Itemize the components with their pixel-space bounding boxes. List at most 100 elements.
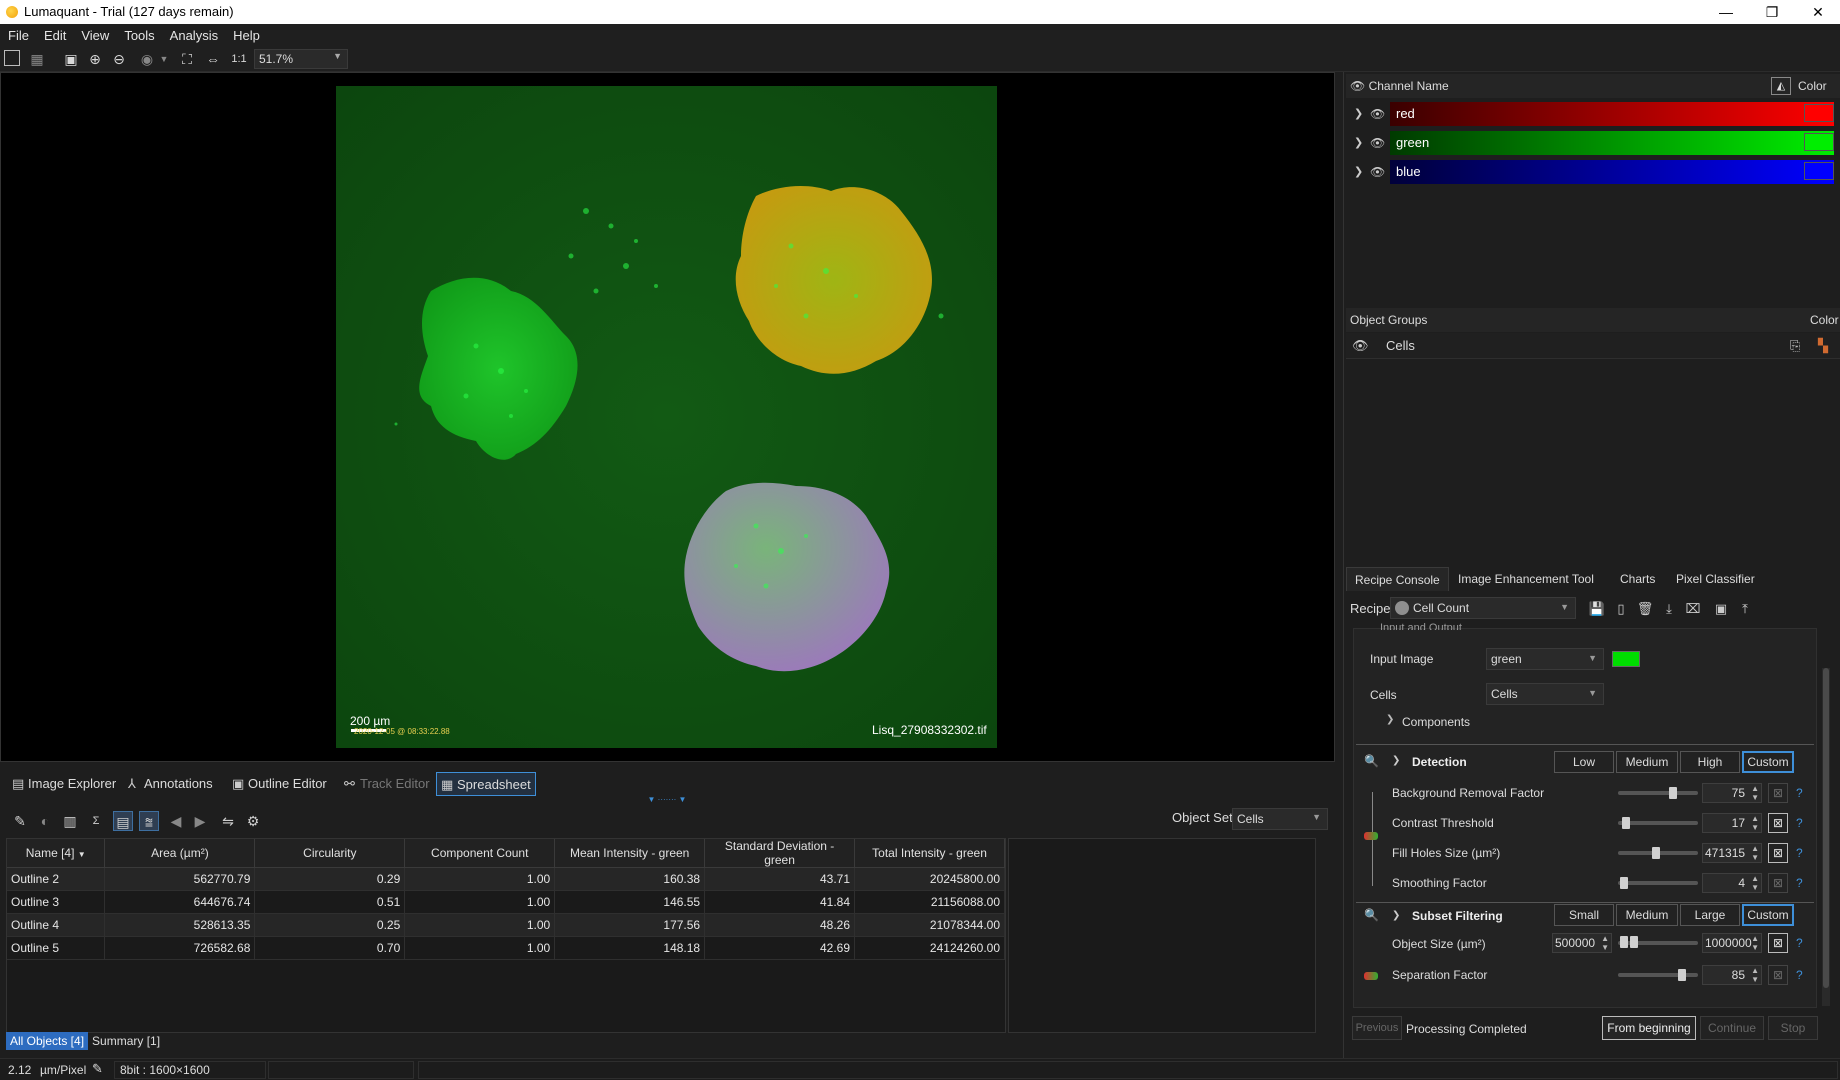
chevron-right-icon[interactable]: ❯ <box>1354 100 1364 128</box>
tab-spreadsheet[interactable]: ▦ Spreadsheet <box>436 772 536 796</box>
preset-custom-button[interactable]: Custom <box>1742 904 1794 926</box>
fit-window-icon[interactable]: ▣ <box>62 50 80 68</box>
column-header-area[interactable]: Area (µm²) <box>104 839 256 868</box>
input-image-select[interactable]: green ▼ <box>1486 648 1604 670</box>
help-icon[interactable]: ? <box>1796 846 1803 860</box>
help-icon[interactable]: ? <box>1796 876 1803 890</box>
slider-thumb[interactable] <box>1678 969 1686 981</box>
menu-file[interactable]: File <box>0 24 36 43</box>
chart-view-icon[interactable]: ⩰ <box>139 811 159 831</box>
reset-icon[interactable]: ⊠ <box>1768 965 1788 985</box>
table-row[interactable]: Outline 5 726582.68 0.70 1.00 148.18 42.69 241… <box>7 936 1005 960</box>
export-icon[interactable]: ⤒ <box>1736 600 1754 618</box>
prev-icon[interactable]: ◀ <box>166 811 186 831</box>
column-header-component-count[interactable]: Component Count <box>404 839 556 868</box>
table-row[interactable]: Outline 3 644676.74 0.51 1.00 146.55 41.84 211… <box>7 890 1005 914</box>
export-icon[interactable]: ⇋ <box>218 811 238 831</box>
channel-row-red[interactable]: ❯ 👁 red <box>1346 100 1840 128</box>
zoom-select[interactable]: 51.7% ▼ <box>254 49 348 69</box>
slider-thumb[interactable] <box>1652 847 1660 859</box>
recipe-scrollbar-thumb[interactable] <box>1823 668 1829 988</box>
pan-dropdown-icon[interactable]: ▼ <box>155 50 173 68</box>
spin-arrows-icon[interactable]: ▲ ▼ <box>1751 814 1759 832</box>
menu-view[interactable]: View <box>73 24 116 43</box>
preset-low-button[interactable]: Low <box>1554 751 1614 773</box>
spin-arrows-icon[interactable]: ▲ ▼ <box>1751 784 1759 802</box>
chevron-right-icon[interactable]: ❯ <box>1386 714 1394 725</box>
channel-row-green[interactable]: ❯ 👁 green <box>1346 129 1840 157</box>
slider-thumb-max[interactable] <box>1630 936 1638 948</box>
column-header-circularity[interactable]: Circularity <box>254 839 406 868</box>
spin-arrows-icon[interactable]: ▲ ▼ <box>1751 874 1759 892</box>
spin-arrows-icon[interactable]: ▲ ▼ <box>1601 934 1609 952</box>
menu-analysis[interactable]: Analysis <box>162 24 225 43</box>
eye-icon[interactable]: 👁 <box>1350 79 1365 93</box>
tab-image-enhancement[interactable]: Image Enhancement Tool <box>1450 567 1602 591</box>
tab-charts[interactable]: Charts <box>1612 567 1663 591</box>
smoothing-factor-slider[interactable] <box>1618 881 1698 885</box>
menu-help[interactable]: Help <box>225 24 267 43</box>
preset-medium-button[interactable]: Medium <box>1616 751 1678 773</box>
reset-icon[interactable]: ⊠ <box>1768 933 1788 953</box>
tab-track-editor[interactable]: ⚯ Track Editor <box>340 772 434 796</box>
fit-all-icon[interactable]: ⛶ <box>178 50 196 68</box>
preset-large-button[interactable]: Large <box>1680 904 1740 926</box>
reset-icon[interactable]: ⊠ <box>1768 813 1788 833</box>
object-size-max-input[interactable]: 1000000 ▲ ▼ <box>1702 933 1762 953</box>
close-button[interactable]: ✕ <box>1798 2 1838 22</box>
save-as-icon[interactable]: ▣ <box>1712 600 1730 618</box>
chevron-down-icon[interactable]: ❯ <box>1392 910 1400 921</box>
fit-width-icon[interactable]: ⇔ <box>204 50 222 68</box>
background-removal-slider[interactable] <box>1618 791 1698 795</box>
reset-icon[interactable]: ⊠ <box>1768 843 1788 863</box>
pencil-icon[interactable]: ✎ <box>92 1061 103 1077</box>
column-header-std-dev[interactable]: Standard Deviation - green <box>704 839 856 868</box>
color-icon[interactable]: ◐ <box>35 811 55 831</box>
table-row[interactable]: Outline 2 562770.79 0.29 1.00 160.38 43.71 202… <box>7 867 1005 891</box>
stop-button[interactable]: Stop <box>1768 1016 1818 1040</box>
smoothing-factor-input[interactable]: 4 ▲ ▼ <box>1702 873 1762 893</box>
object-set-select[interactable]: Cells ▼ <box>1232 808 1328 830</box>
group-color-icon[interactable]: ▚ <box>1818 333 1828 359</box>
column-header-name[interactable]: Name [4] ▼ <box>7 839 106 868</box>
contrast-threshold-slider[interactable] <box>1618 821 1698 825</box>
help-icon[interactable]: ? <box>1796 968 1803 982</box>
channel-color-swatch[interactable] <box>1804 162 1834 180</box>
save-icon[interactable]: 💾 <box>1588 600 1606 618</box>
spin-arrows-icon[interactable]: ▲ ▼ <box>1751 844 1759 862</box>
cells-select[interactable]: Cells ▼ <box>1486 683 1604 705</box>
menu-tools[interactable]: Tools <box>116 24 161 43</box>
clear-icon[interactable]: ⌧ <box>1684 600 1702 618</box>
spin-arrows-icon[interactable]: ▲ ▼ <box>1751 966 1759 984</box>
settings-gear-icon[interactable]: ⚙ <box>243 811 263 831</box>
new-icon[interactable]: ▯ <box>1612 600 1630 618</box>
minimize-button[interactable]: — <box>1706 2 1746 22</box>
link-icon[interactable] <box>1364 832 1378 840</box>
panel-layout-icon[interactable]: ▦ <box>28 50 46 68</box>
chevron-right-icon[interactable]: ❯ <box>1354 158 1364 186</box>
preset-medium-button[interactable]: Medium <box>1616 904 1678 926</box>
maximize-button[interactable]: ❐ <box>1752 2 1792 22</box>
column-header-total-intensity[interactable]: Total Intensity - green <box>854 839 1005 868</box>
contrast-threshold-input[interactable]: 17 ▲ ▼ <box>1702 813 1762 833</box>
menu-edit[interactable]: Edit <box>36 24 73 43</box>
channel-color-swatch[interactable] <box>1804 104 1834 122</box>
zoom-in-icon[interactable]: ⊕ <box>86 50 104 68</box>
select-tool-icon[interactable] <box>4 50 20 66</box>
help-icon[interactable]: ? <box>1796 936 1803 950</box>
tab-pixel-classifier[interactable]: Pixel Classifier <box>1668 567 1763 591</box>
table-view-icon[interactable]: ▤ <box>113 811 133 831</box>
preset-small-button[interactable]: Small <box>1554 904 1614 926</box>
previous-button[interactable]: Previous <box>1352 1016 1402 1040</box>
tab-recipe-console[interactable]: Recipe Console <box>1346 567 1449 591</box>
slider-thumb[interactable] <box>1622 817 1630 829</box>
continue-button[interactable]: Continue <box>1700 1016 1764 1040</box>
sum-icon[interactable]: Σ <box>86 811 106 831</box>
tab-outline-editor[interactable]: ▣ Outline Editor <box>228 772 331 796</box>
separation-factor-input[interactable]: 85 ▲ ▼ <box>1702 965 1762 985</box>
slider-thumb[interactable] <box>1669 787 1677 799</box>
slider-thumb[interactable] <box>1620 877 1628 889</box>
eye-icon[interactable]: 👁 <box>1352 333 1369 359</box>
input-image-color-swatch[interactable] <box>1612 651 1640 667</box>
fill-holes-input[interactable]: 471315 ▲ ▼ <box>1702 843 1762 863</box>
